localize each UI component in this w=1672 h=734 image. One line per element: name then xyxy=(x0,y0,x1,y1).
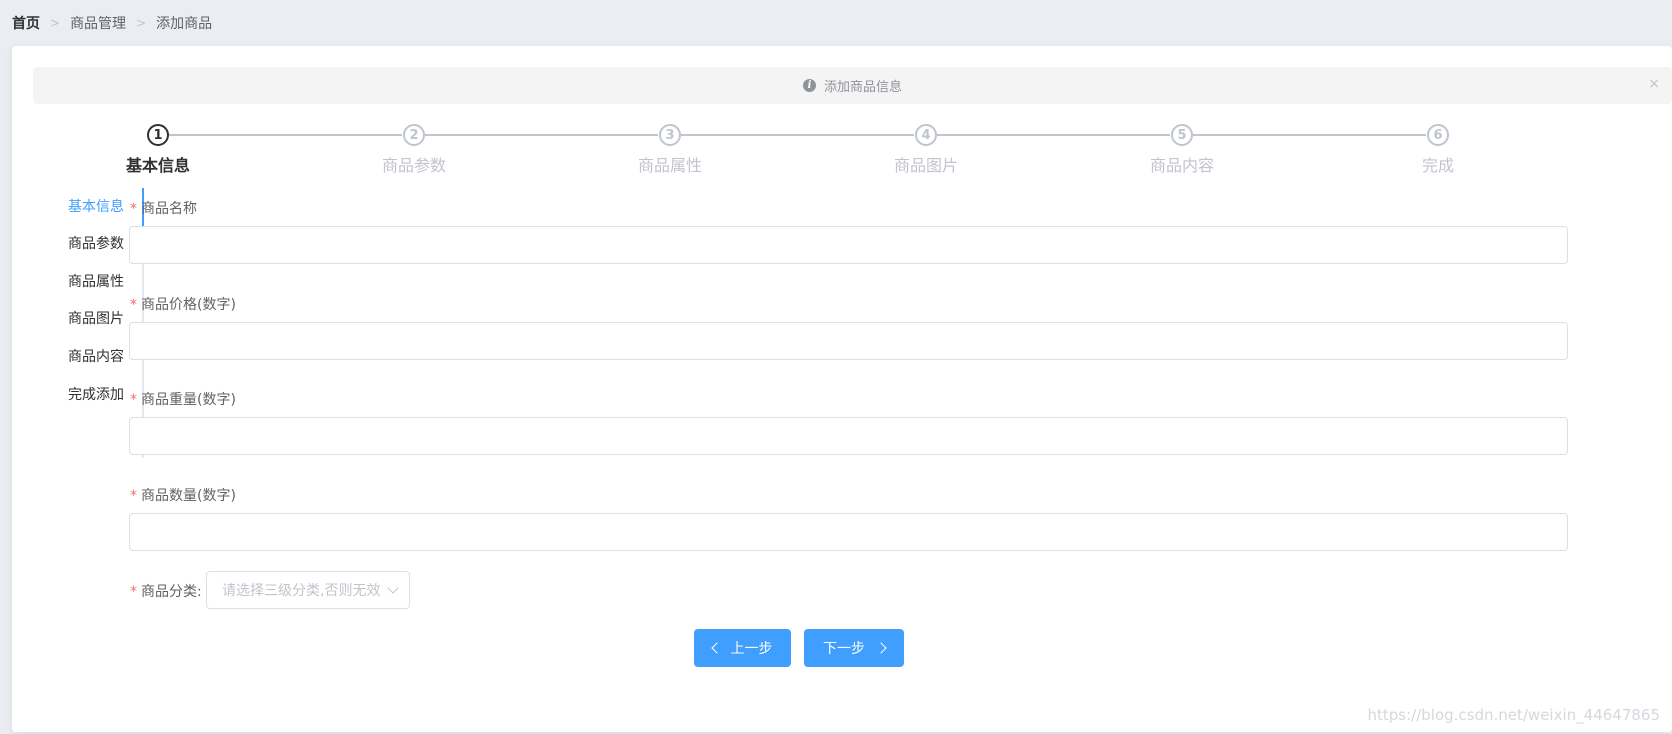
tab-goods-attrs[interactable]: 商品属性 xyxy=(68,263,124,301)
step-connector xyxy=(1193,134,1426,136)
step-4-icon: 4 xyxy=(915,124,937,146)
chevron-left-icon xyxy=(710,642,723,654)
goods-weight-label-text: 商品重量(数字) xyxy=(141,392,236,408)
required-mark: * xyxy=(130,201,137,217)
step-1-icon: 1 xyxy=(147,124,169,146)
tab-goods-content[interactable]: 商品内容 xyxy=(68,338,124,376)
breadcrumb-add-goods: 添加商品 xyxy=(156,16,213,32)
step-2-icon: 2 xyxy=(403,124,425,146)
step-connector xyxy=(937,134,1170,136)
breadcrumb-goods-manage: 商品管理 xyxy=(70,16,127,32)
step-6-title: 完成 xyxy=(1421,156,1455,175)
breadcrumb: 首页 > 商品管理 > 添加商品 xyxy=(12,14,212,32)
step-3-icon: 3 xyxy=(659,124,681,146)
goods-weight-input[interactable] xyxy=(129,417,1568,455)
goods-price-label: * 商品价格(数字) xyxy=(130,294,236,314)
step-connector xyxy=(169,134,402,136)
watermark: https://blog.csdn.net/weixin_44647865 xyxy=(1367,706,1660,724)
vertical-tabs: 基本信息 商品参数 商品属性 商品图片 商品内容 完成添加 xyxy=(34,188,144,458)
chevron-down-icon xyxy=(387,582,399,594)
required-mark: * xyxy=(130,392,137,408)
step-3-title: 商品属性 xyxy=(637,156,703,175)
goods-name-label-text: 商品名称 xyxy=(141,201,197,217)
step-4-title: 商品图片 xyxy=(893,156,959,175)
goods-number-label-text: 商品数量(数字) xyxy=(141,488,236,504)
tab-goods-params[interactable]: 商品参数 xyxy=(68,225,124,263)
main-card: i 添加商品信息 × 1 2 3 4 5 6 基本信息 商品参数 商品属性 商品… xyxy=(12,46,1672,732)
tab-goods-pics[interactable]: 商品图片 xyxy=(68,300,124,338)
tab-finish[interactable]: 完成添加 xyxy=(68,376,124,414)
required-mark: * xyxy=(130,584,137,600)
goods-weight-label: * 商品重量(数字) xyxy=(130,389,236,409)
goods-name-label: * 商品名称 xyxy=(130,198,197,218)
goods-category-cascader[interactable]: 请选择三级分类,否则无效 xyxy=(206,571,410,609)
goods-price-label-text: 商品价格(数字) xyxy=(141,297,236,313)
goods-number-label: * 商品数量(数字) xyxy=(130,485,236,505)
step-1-title: 基本信息 xyxy=(125,156,191,175)
step-6-icon: 6 xyxy=(1427,124,1449,146)
breadcrumb-home[interactable]: 首页 xyxy=(12,13,40,33)
prev-step-button[interactable]: 上一步 xyxy=(694,629,791,667)
category-placeholder: 请选择三级分类,否则无效 xyxy=(222,583,381,599)
step-5-title: 商品内容 xyxy=(1149,156,1215,175)
step-connector xyxy=(681,134,914,136)
steps-bar: 1 2 3 4 5 6 基本信息 商品参数 商品属性 商品图片 商品内容 完成 xyxy=(12,46,1672,186)
goods-category-label: * 商品分类: xyxy=(130,581,202,601)
step-5-icon: 5 xyxy=(1171,124,1193,146)
prev-step-label: 上一步 xyxy=(730,640,773,656)
goods-number-input[interactable] xyxy=(129,513,1568,551)
required-mark: * xyxy=(130,488,137,504)
chevron-right-icon: > xyxy=(136,16,147,30)
goods-category-label-text: 商品分类: xyxy=(141,584,202,600)
required-mark: * xyxy=(130,297,137,313)
step-connector xyxy=(425,134,658,136)
chevron-right-icon xyxy=(875,642,887,654)
chevron-right-icon: > xyxy=(50,16,61,30)
next-step-button[interactable]: 下一步 xyxy=(804,629,904,667)
next-step-label: 下一步 xyxy=(823,640,865,656)
step-2-title: 商品参数 xyxy=(381,156,447,175)
tab-basic-info[interactable]: 基本信息 xyxy=(68,188,124,226)
goods-name-input[interactable] xyxy=(129,226,1568,264)
goods-price-input[interactable] xyxy=(129,322,1568,360)
